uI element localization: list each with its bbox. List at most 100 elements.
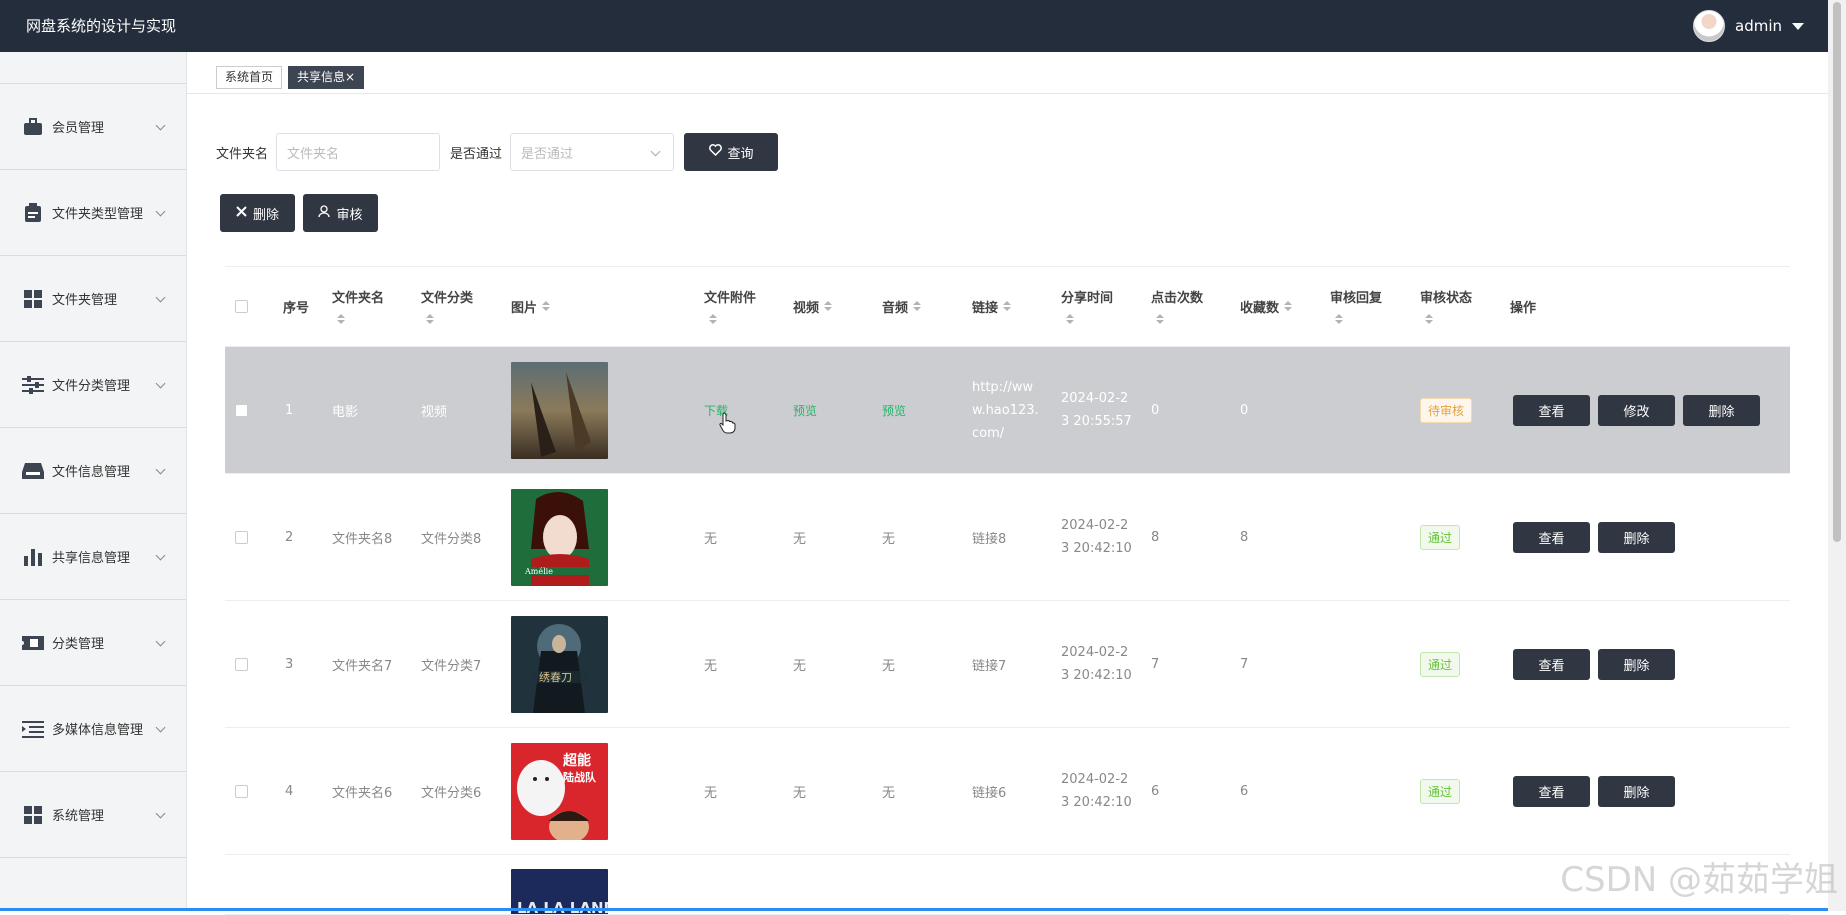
delete-button[interactable]: 删除 bbox=[1598, 776, 1675, 807]
bulk-delete-button[interactable]: 删除 bbox=[220, 194, 295, 232]
table-row[interactable]: LA LA LAND bbox=[225, 855, 1790, 915]
sort-icon[interactable] bbox=[1003, 301, 1011, 313]
col-link[interactable]: 链接 bbox=[972, 267, 1011, 346]
sort-icon[interactable] bbox=[426, 314, 434, 326]
col-category[interactable]: 文件分类 bbox=[421, 267, 473, 346]
table-row[interactable]: 1 电影 视频 下载 预览 预览 http://www.hao123.com/ … bbox=[225, 347, 1790, 474]
caret-down-icon[interactable] bbox=[1792, 23, 1804, 30]
cell-category: 视频 bbox=[421, 347, 447, 473]
cell-status: 通过 bbox=[1420, 728, 1460, 854]
col-folder-label: 文件夹名 bbox=[332, 287, 384, 306]
table-row[interactable]: 4 文件夹名6 文件分类6 超能陆战队 无 无 无 链接6 2024-02-23… bbox=[225, 728, 1790, 855]
col-audio[interactable]: 音频 bbox=[882, 267, 921, 346]
sort-icon[interactable] bbox=[337, 314, 345, 326]
sidebar-spacer bbox=[0, 52, 186, 84]
bulk-delete-label: 删除 bbox=[253, 204, 279, 223]
sort-icon[interactable] bbox=[824, 301, 832, 313]
sort-icon[interactable] bbox=[1284, 301, 1292, 313]
delete-button[interactable]: 删除 bbox=[1683, 395, 1760, 426]
col-reply[interactable]: 审核回复 bbox=[1330, 267, 1382, 346]
audio-preview-link[interactable]: 预览 bbox=[882, 347, 906, 473]
sort-icon[interactable] bbox=[709, 314, 717, 326]
folder-name-input[interactable]: 文件夹名 bbox=[276, 133, 440, 171]
select-all-checkbox[interactable] bbox=[235, 300, 248, 313]
cell-category: 文件分类6 bbox=[421, 728, 481, 854]
col-audio-label: 音频 bbox=[882, 297, 908, 316]
svg-text:绣春刀: 绣春刀 bbox=[539, 671, 572, 684]
status-badge: 通过 bbox=[1420, 779, 1460, 804]
col-link-label: 链接 bbox=[972, 297, 998, 316]
sort-icon[interactable] bbox=[1335, 314, 1343, 326]
scrollbar-thumb[interactable] bbox=[1833, 2, 1841, 542]
col-reply-label: 审核回复 bbox=[1330, 287, 1382, 306]
row-checkbox[interactable] bbox=[235, 404, 248, 417]
download-link[interactable]: 下载 bbox=[704, 347, 728, 473]
sidebar-item-label: 多媒体信息管理 bbox=[52, 719, 143, 738]
sort-icon[interactable] bbox=[913, 301, 921, 313]
sort-icon[interactable] bbox=[1425, 314, 1433, 326]
view-button[interactable]: 查看 bbox=[1513, 649, 1590, 680]
sidebar-item-file-category[interactable]: 文件分类管理 bbox=[0, 342, 186, 428]
query-button[interactable]: 查询 bbox=[684, 133, 778, 171]
review-button-label: 审核 bbox=[336, 204, 362, 223]
pass-select[interactable]: 是否通过 bbox=[510, 133, 674, 171]
cell-video: 无 bbox=[793, 728, 806, 854]
cell-index: 3 bbox=[285, 601, 293, 727]
query-button-label: 查询 bbox=[728, 143, 754, 162]
view-button[interactable]: 查看 bbox=[1513, 522, 1590, 553]
sort-icon[interactable] bbox=[542, 301, 550, 313]
col-video-label: 视频 bbox=[793, 297, 819, 316]
cell-attachment: 无 bbox=[704, 601, 717, 727]
poster-image bbox=[511, 362, 608, 459]
cell-index: 1 bbox=[285, 347, 293, 473]
delete-button[interactable]: 删除 bbox=[1598, 649, 1675, 680]
col-folder[interactable]: 文件夹名 bbox=[332, 267, 384, 346]
grid-icon bbox=[22, 806, 44, 824]
user-menu[interactable]: admin bbox=[1693, 10, 1804, 42]
page-scrollbar[interactable] bbox=[1828, 0, 1846, 911]
review-button[interactable]: 审核 bbox=[303, 194, 378, 232]
bar-chart-icon bbox=[22, 548, 44, 566]
user-name[interactable]: admin bbox=[1735, 17, 1782, 35]
table-row[interactable]: 2 文件夹名8 文件分类8 Amélie 无 无 无 链接8 2024-02-2… bbox=[225, 474, 1790, 601]
sort-icon[interactable] bbox=[1066, 314, 1074, 326]
poster-image: 绣春刀 bbox=[511, 616, 608, 713]
col-image[interactable]: 图片 bbox=[511, 267, 550, 346]
col-clicks[interactable]: 点击次数 bbox=[1151, 267, 1203, 346]
col-time-label: 分享时间 bbox=[1061, 287, 1113, 306]
sort-icon[interactable] bbox=[1156, 314, 1164, 326]
cell-image: 绣春刀 bbox=[511, 601, 608, 727]
search-bar: 文件夹名 文件夹名 是否通过 是否通过 查询 bbox=[216, 133, 778, 171]
col-favorites[interactable]: 收藏数 bbox=[1240, 267, 1292, 346]
col-video[interactable]: 视频 bbox=[793, 267, 832, 346]
sidebar-item-multimedia[interactable]: 多媒体信息管理 bbox=[0, 686, 186, 772]
row-checkbox[interactable] bbox=[235, 658, 248, 671]
sidebar: 会员管理 文件夹类型管理 文件夹管理 文件分类管理 文件信息管理 共享信息管理 … bbox=[0, 52, 187, 911]
edit-button[interactable]: 修改 bbox=[1598, 395, 1675, 426]
sidebar-item-file-info[interactable]: 文件信息管理 bbox=[0, 428, 186, 514]
table-row[interactable]: 3 文件夹名7 文件分类7 绣春刀 无 无 无 链接7 2024-02-23 2… bbox=[225, 601, 1790, 728]
cell-time-text: 2024-02-23 20:42:10 bbox=[1061, 768, 1133, 814]
avatar[interactable] bbox=[1693, 10, 1725, 42]
row-checkbox[interactable] bbox=[235, 785, 248, 798]
view-button[interactable]: 查看 bbox=[1513, 395, 1590, 426]
watermark: CSDN @茹茹学姐 bbox=[1560, 852, 1838, 901]
col-status[interactable]: 审核状态 bbox=[1420, 267, 1472, 346]
cell-category: 文件分类7 bbox=[421, 601, 481, 727]
view-button[interactable]: 查看 bbox=[1513, 776, 1590, 807]
sidebar-item-system[interactable]: 系统管理 bbox=[0, 772, 186, 858]
tab-share-info[interactable]: 共享信息× bbox=[288, 66, 364, 89]
tab-home[interactable]: 系统首页 bbox=[216, 66, 282, 89]
col-attachment[interactable]: 文件附件 bbox=[704, 267, 756, 346]
sidebar-item-folder-type[interactable]: 文件夹类型管理 bbox=[0, 170, 186, 256]
sidebar-item-member[interactable]: 会员管理 bbox=[0, 84, 186, 170]
video-preview-link[interactable]: 预览 bbox=[793, 347, 817, 473]
cell-image: Amélie bbox=[511, 474, 608, 600]
row-checkbox[interactable] bbox=[235, 531, 248, 544]
sidebar-item-classify[interactable]: 分类管理 bbox=[0, 600, 186, 686]
sidebar-item-label: 分类管理 bbox=[52, 633, 104, 652]
sidebar-item-folder[interactable]: 文件夹管理 bbox=[0, 256, 186, 342]
delete-button[interactable]: 删除 bbox=[1598, 522, 1675, 553]
sidebar-item-share-info[interactable]: 共享信息管理 bbox=[0, 514, 186, 600]
col-time[interactable]: 分享时间 bbox=[1061, 267, 1113, 346]
